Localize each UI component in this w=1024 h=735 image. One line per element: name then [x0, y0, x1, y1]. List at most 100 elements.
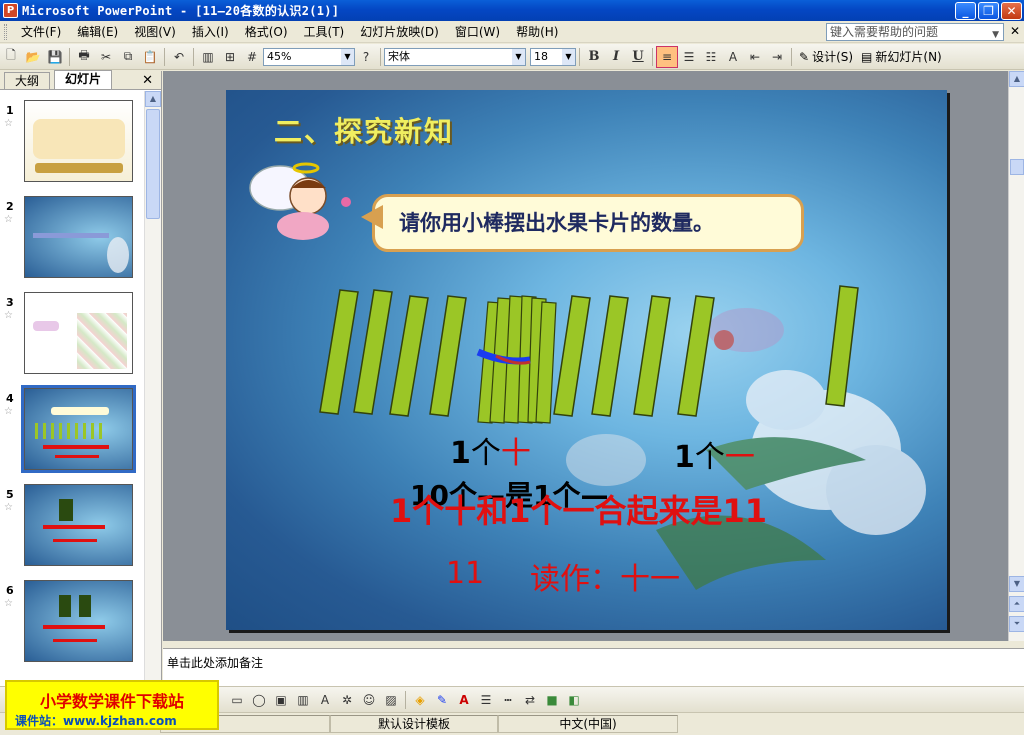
- bullet-list-icon[interactable]: ☷: [700, 46, 722, 68]
- slide-thumb-6[interactable]: 6 ☆: [0, 580, 144, 670]
- open-icon[interactable]: 📂: [22, 46, 44, 68]
- slide-thumbnail: [24, 292, 133, 374]
- slide-canvas[interactable]: 二、探究新知 请你用小棒摆出水果卡片的数量。 1个十 1个一 10个—是1个— …: [226, 90, 947, 630]
- slide-number: 5: [6, 488, 14, 501]
- toolbar-separator: [69, 47, 70, 66]
- underline-button[interactable]: U: [627, 46, 649, 68]
- vertical-textbox-icon[interactable]: ▥: [292, 689, 314, 711]
- picture-icon[interactable]: ▨: [380, 689, 402, 711]
- chevron-down-icon[interactable]: ▼: [562, 48, 575, 65]
- align-left-icon[interactable]: ≡: [656, 45, 678, 68]
- clipart-icon[interactable]: ☺: [358, 689, 380, 711]
- menu-grip[interactable]: [4, 23, 7, 40]
- scroll-thumb[interactable]: [1010, 159, 1024, 175]
- help-icon[interactable]: ?: [355, 46, 377, 68]
- notes-pane[interactable]: 单击此处添加备注: [163, 648, 1024, 686]
- close-icon[interactable]: ✕: [142, 73, 153, 88]
- new-slide-label: 新幻灯片(N): [875, 50, 942, 64]
- scroll-thumb[interactable]: [146, 109, 160, 219]
- rectangle-icon[interactable]: ▭: [226, 689, 248, 711]
- textbox-icon[interactable]: ▣: [270, 689, 292, 711]
- next-slide-icon[interactable]: ⏷: [1009, 616, 1024, 632]
- slide-thumb-5[interactable]: 5 ☆: [0, 484, 144, 574]
- dash-style-icon[interactable]: ┅: [497, 689, 519, 711]
- numbered-list-icon[interactable]: ☰: [678, 46, 700, 68]
- undo-icon[interactable]: ↶: [168, 46, 190, 68]
- pane-tabs: 大纲 幻灯片 ✕: [0, 70, 161, 90]
- new-icon[interactable]: 🗋: [0, 46, 22, 68]
- sticks-illustration: [319, 285, 859, 424]
- font-size-select[interactable]: 18 ▼: [530, 47, 576, 66]
- chevron-down-icon[interactable]: ▼: [341, 48, 354, 65]
- menu-view[interactable]: 视图(V): [126, 23, 184, 40]
- paste-icon[interactable]: 📋: [139, 46, 161, 68]
- font-select[interactable]: 宋体 ▼: [384, 47, 526, 66]
- font-color-icon[interactable]: A: [453, 689, 475, 711]
- bold-button[interactable]: B: [583, 46, 605, 68]
- number-eleven: 11: [446, 556, 485, 591]
- menu-help[interactable]: 帮助(H): [508, 23, 566, 40]
- chevron-down-icon[interactable]: ▼: [992, 27, 999, 43]
- increase-font-icon[interactable]: A: [722, 46, 744, 68]
- menu-format[interactable]: 格式(O): [237, 23, 296, 40]
- restore-button[interactable]: ❐: [978, 2, 999, 20]
- document-close-icon[interactable]: ✕: [1008, 24, 1022, 38]
- menu-edit[interactable]: 编辑(E): [69, 23, 126, 40]
- chevron-down-icon[interactable]: ▼: [512, 48, 525, 65]
- tens-label-count: 1: [450, 436, 471, 471]
- fill-color-icon[interactable]: ◈: [409, 689, 431, 711]
- new-slide-icon: ▤: [861, 49, 873, 64]
- slides-pane: 大纲 幻灯片 ✕ 1 ☆ 2 ☆ 3 ☆ 4 ☆ 5 ☆ 6 ☆ ▲: [0, 70, 162, 686]
- line-style-icon[interactable]: ☰: [475, 689, 497, 711]
- 3d-icon[interactable]: ◧: [563, 689, 585, 711]
- wordart-icon[interactable]: A: [314, 689, 336, 711]
- site-watermark: 小学数学课件下载站 课件站：www.kjzhan.com: [5, 680, 219, 730]
- menu-file[interactable]: 文件(F): [13, 23, 69, 40]
- save-icon[interactable]: 💾: [44, 46, 66, 68]
- design-button[interactable]: ✎ 设计(S): [795, 48, 857, 65]
- toolbar-separator: [791, 47, 792, 66]
- close-button[interactable]: ✕: [1001, 2, 1022, 20]
- menu-tools[interactable]: 工具(T): [296, 23, 353, 40]
- powerpoint-icon[interactable]: P: [3, 3, 18, 18]
- prev-slide-icon[interactable]: ⏶: [1009, 596, 1024, 612]
- arrow-style-icon[interactable]: ⇄: [519, 689, 541, 711]
- print-icon[interactable]: 🖶: [73, 46, 95, 68]
- scroll-up-icon[interactable]: ▲: [1009, 71, 1024, 87]
- scroll-up-icon[interactable]: ▲: [145, 91, 161, 107]
- tab-outline[interactable]: 大纲: [4, 72, 51, 89]
- slide-thumb-1[interactable]: 1 ☆: [0, 100, 144, 190]
- editor-scrollbar[interactable]: ▲ ▼ ⏶ ⏷: [1008, 71, 1024, 641]
- increase-indent-icon[interactable]: ⇥: [766, 46, 788, 68]
- slide-thumb-2[interactable]: 2 ☆: [0, 196, 144, 286]
- decrease-indent-icon[interactable]: ⇤: [744, 46, 766, 68]
- line-color-icon[interactable]: ✎: [431, 689, 453, 711]
- window-title: Microsoft PowerPoint - [11—20各数的认识2(1)]: [22, 4, 340, 18]
- menu-window[interactable]: 窗口(W): [447, 23, 508, 40]
- menu-insert[interactable]: 插入(I): [184, 23, 237, 40]
- zoom-select[interactable]: 45% ▼: [263, 47, 355, 66]
- diagram-icon[interactable]: ✲: [336, 689, 358, 711]
- grid-icon[interactable]: #: [241, 46, 263, 68]
- pane-scrollbar[interactable]: ▲: [144, 91, 161, 686]
- italic-button[interactable]: I: [605, 46, 627, 68]
- star-icon: ☆: [4, 310, 13, 321]
- table-icon[interactable]: ⊞: [219, 46, 241, 68]
- tab-slides[interactable]: 幻灯片: [54, 70, 113, 89]
- slide-number: 3: [6, 296, 14, 309]
- copy-icon[interactable]: ⧉: [117, 46, 139, 68]
- slide-thumb-4[interactable]: 4 ☆: [0, 385, 144, 478]
- oval-icon[interactable]: ◯: [248, 689, 270, 711]
- chart-icon[interactable]: ▥: [197, 46, 219, 68]
- toolbar-separator: [164, 47, 165, 66]
- minimize-button[interactable]: _: [955, 2, 976, 20]
- cut-icon[interactable]: ✂: [95, 46, 117, 68]
- slide-number: 4: [6, 392, 14, 405]
- shadow-icon[interactable]: ■: [541, 689, 563, 711]
- help-search-input[interactable]: 键入需要帮助的问题 ▼: [826, 23, 1004, 41]
- slide-thumb-3[interactable]: 3 ☆: [0, 292, 144, 382]
- new-slide-button[interactable]: ▤ 新幻灯片(N): [857, 48, 946, 65]
- menu-slideshow[interactable]: 幻灯片放映(D): [352, 23, 447, 40]
- scroll-down-icon[interactable]: ▼: [1009, 576, 1024, 592]
- slide-number: 1: [6, 104, 14, 117]
